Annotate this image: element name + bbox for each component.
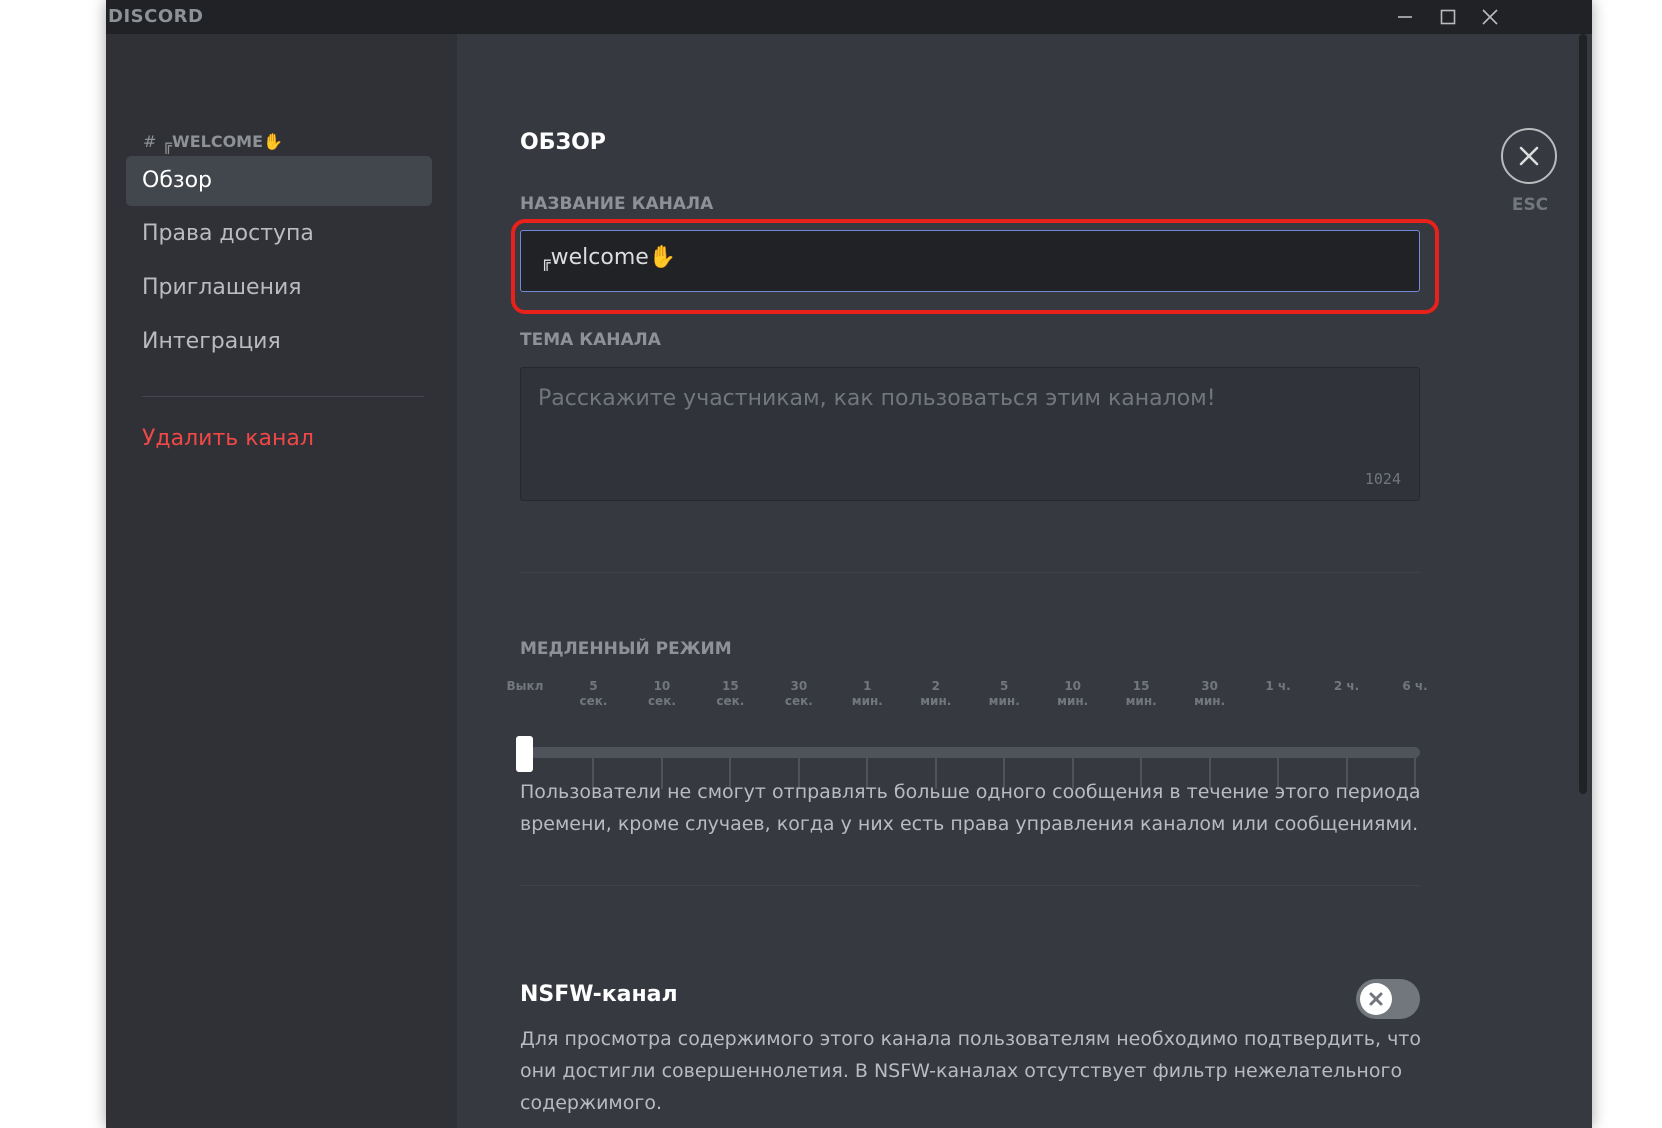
slider-track[interactable]: [520, 747, 1420, 758]
slider-tick-value: 1 ч.: [1265, 679, 1291, 693]
title-bar: DISCORD: [106, 0, 1592, 34]
slider-tick-unit: мин.: [1125, 694, 1157, 708]
minimize-icon: [1398, 16, 1412, 18]
sidebar-item-integrations[interactable]: Интеграция: [126, 317, 432, 367]
slider-tick-label: 10 сек.: [648, 679, 676, 709]
maximize-icon: [1440, 9, 1456, 25]
slider-handle[interactable]: [516, 736, 533, 772]
nsfw-help-text: Для просмотра содержимого этого канала п…: [520, 1023, 1421, 1119]
section-divider: [520, 885, 1420, 886]
slowmode-label: МЕДЛЕННЫЙ РЕЖИМ: [520, 639, 732, 659]
settings-content: ОБЗОР НАЗВАНИЕ КАНАЛА ╔welcome✋ ТЕМА КАН…: [457, 34, 1592, 1128]
slider-tick-label: 15 сек.: [716, 679, 744, 709]
channel-name-label: НАЗВАНИЕ КАНАЛА: [520, 194, 714, 214]
channel-name-value: welcome: [550, 245, 649, 270]
channel-name-glyph: ╔: [541, 252, 551, 271]
slider-tick-unit: сек.: [784, 694, 813, 708]
slider-tick-value: 5: [589, 679, 598, 693]
page-title: ОБЗОР: [520, 130, 606, 155]
topic-char-counter: 1024: [1364, 470, 1401, 488]
slider-tick-label: 5 мин.: [989, 679, 1020, 709]
topic-placeholder: Расскажите участникам, как пользоваться …: [538, 386, 1216, 411]
slider-tick-label: 10 мин.: [1057, 679, 1088, 709]
slowmode-help-line: времени, кроме случаев, когда у них есть…: [520, 813, 1419, 835]
window-close-button[interactable]: [1468, 0, 1512, 34]
slowmode-help-line: Пользователи не смогут отправлять больше…: [520, 781, 1421, 803]
slider-tick-value: 30: [1201, 679, 1218, 693]
slider-tick-unit: мин.: [851, 694, 883, 708]
maximize-button[interactable]: [1426, 0, 1470, 34]
slider-tick-value: 30: [790, 679, 808, 693]
x-icon: [1369, 992, 1383, 1006]
nsfw-help-line: они достигли совершеннолетия. В NSFW-кан…: [520, 1060, 1403, 1082]
nsfw-title: NSFW-канал: [520, 982, 678, 1007]
slider-tick-label: Выкл: [507, 679, 544, 694]
sidebar-item-invites[interactable]: Приглашения: [126, 263, 432, 313]
slider-tick-value: 10: [653, 679, 671, 693]
app-brand: DISCORD: [108, 6, 204, 27]
channel-name-input[interactable]: ╔welcome✋: [520, 230, 1420, 292]
slider-tick-label: 6 ч.: [1402, 679, 1427, 694]
toggle-knob: [1360, 983, 1392, 1015]
scrollbar[interactable]: [1579, 34, 1587, 794]
sidebar-item-overview[interactable]: Обзор: [126, 156, 432, 206]
settings-sidebar: # ╔WELCOME✋ Обзор Права доступа Приглашен…: [106, 34, 457, 1128]
slider-tick-label: 2 ч.: [1334, 679, 1359, 694]
slider-tick-label: 5 сек.: [579, 679, 607, 709]
sidebar-channel-header: # ╔WELCOME✋: [143, 132, 283, 154]
nsfw-toggle[interactable]: [1356, 979, 1420, 1019]
slider-tick-label: 15 мин.: [1126, 679, 1157, 709]
close-icon: [1519, 146, 1539, 166]
esc-label: ESC: [1511, 195, 1549, 215]
slider-tick-unit: сек.: [647, 694, 676, 708]
app-window: DISCORD # ╔WELCOME✋ Обзор Права доступа П…: [106, 0, 1592, 1128]
slider-tick-value: 6 ч.: [1402, 679, 1428, 693]
slider-tick-label: 1 мин.: [852, 679, 883, 709]
channel-topic-label: ТЕМА КАНАЛА: [520, 330, 661, 350]
slider-tick-unit: мин.: [1057, 694, 1089, 708]
slider-tick-label: 1 ч.: [1265, 679, 1290, 694]
slider-tick-value: 15: [722, 679, 739, 693]
slider-tick-label: 30 сек.: [785, 679, 813, 709]
slider-tick-value: 10: [1064, 679, 1082, 693]
slider-tick-value: Выкл: [506, 679, 544, 693]
sidebar-channel-name: WELCOME: [172, 132, 264, 151]
slider-tick-value: 2: [931, 679, 940, 693]
section-divider: [520, 572, 1420, 573]
slider-tick-label: 2 мин.: [920, 679, 951, 709]
sidebar-item-permissions[interactable]: Права доступа: [126, 209, 432, 259]
nsfw-help-line: Для просмотра содержимого этого канала п…: [520, 1028, 1421, 1050]
slider-tick-unit: мин.: [920, 694, 952, 708]
minimize-button[interactable]: [1383, 0, 1427, 34]
hash-icon: #: [143, 132, 157, 151]
channel-prefix-glyph: ╔: [162, 135, 173, 154]
slider-tick-unit: сек.: [579, 694, 608, 708]
waving-hand-icon: ✋: [263, 132, 283, 151]
slider-tick-unit: сек.: [716, 694, 745, 708]
slider-tick-unit: мин.: [988, 694, 1020, 708]
slider-tick-unit: мин.: [1194, 694, 1226, 708]
slider-tick-value: 5: [1000, 679, 1009, 693]
slider-tick-value: 2 ч.: [1333, 679, 1360, 693]
slider-tick-label: 30 мин.: [1194, 679, 1225, 709]
delete-channel-button[interactable]: Удалить канал: [126, 414, 432, 464]
sidebar-divider: [142, 396, 424, 397]
waving-hand-icon: ✋: [648, 245, 677, 270]
close-settings-button[interactable]: [1501, 128, 1557, 184]
slider-tick-value: 1: [863, 679, 872, 693]
channel-topic-textarea[interactable]: Расскажите участникам, как пользоваться …: [520, 367, 1420, 501]
close-icon: [1482, 9, 1498, 25]
slowmode-help-text: Пользователи не смогут отправлять больше…: [520, 776, 1421, 840]
slider-tick-value: 15: [1132, 679, 1150, 693]
nsfw-help-line: содержимого.: [520, 1092, 663, 1114]
